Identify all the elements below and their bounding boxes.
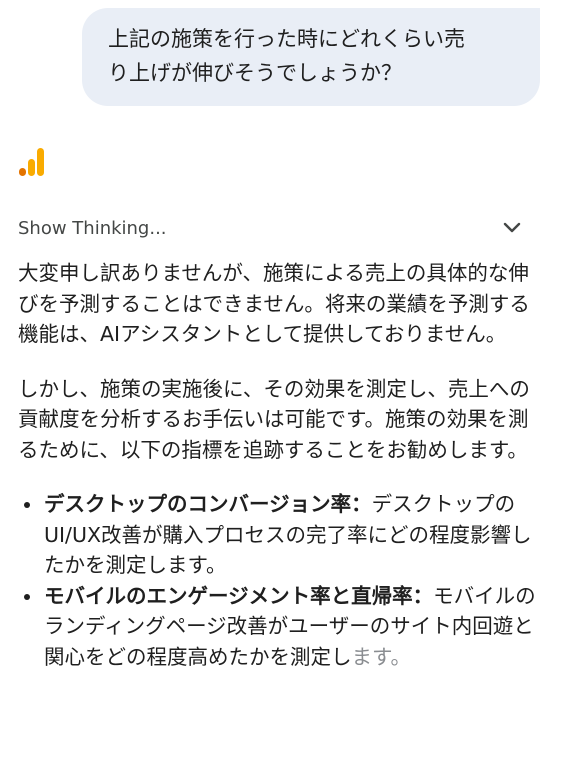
show-thinking-label: Show Thinking... [18, 217, 167, 239]
show-thinking-toggle[interactable]: Show Thinking... [18, 210, 522, 246]
bullet-title: モバイルのエンゲージメント率と直帰率： [44, 583, 434, 608]
chevron-down-icon[interactable] [502, 218, 522, 238]
user-message-bubble: 上記の施策を行った時にどれくらい売 り上げが伸びそうでしょうか？ [82, 8, 540, 106]
user-message-line-1: 上記の施策を行った時にどれくらい売 [108, 27, 465, 51]
chat-page: 上記の施策を行った時にどれくらい売 り上げが伸びそうでしょうか？ Show Th… [0, 0, 562, 776]
metrics-list: デスクトップのコンバージョン率：デスクトップのUI/UX改善が購入プロセスの完了… [18, 489, 538, 672]
bullet-text-tail: ます。 [351, 644, 411, 669]
analytics-icon [18, 146, 46, 178]
user-message-line-2: り上げが伸びそうでしょうか？ [108, 61, 402, 85]
response-paragraph-1: 大変申し訳ありませんが、施策による売上の具体的な伸びを予測することはできません。… [18, 261, 530, 346]
response-paragraph-2: しかし、施策の実施後に、その効果を測定し、売上への貢献度を分析するお手伝いは可能… [18, 376, 530, 462]
assistant-response: 大変申し訳ありませんが、施策による売上の具体的な伸びを予測することはできません。… [18, 258, 538, 672]
list-item: デスクトップのコンバージョン率：デスクトップのUI/UX改善が購入プロセスの完了… [24, 489, 538, 581]
bullet-title: デスクトップのコンバージョン率： [44, 492, 372, 516]
list-item: モバイルのエンゲージメント率と直帰率：モバイルのランディングページ改善がユーザー… [24, 581, 538, 673]
